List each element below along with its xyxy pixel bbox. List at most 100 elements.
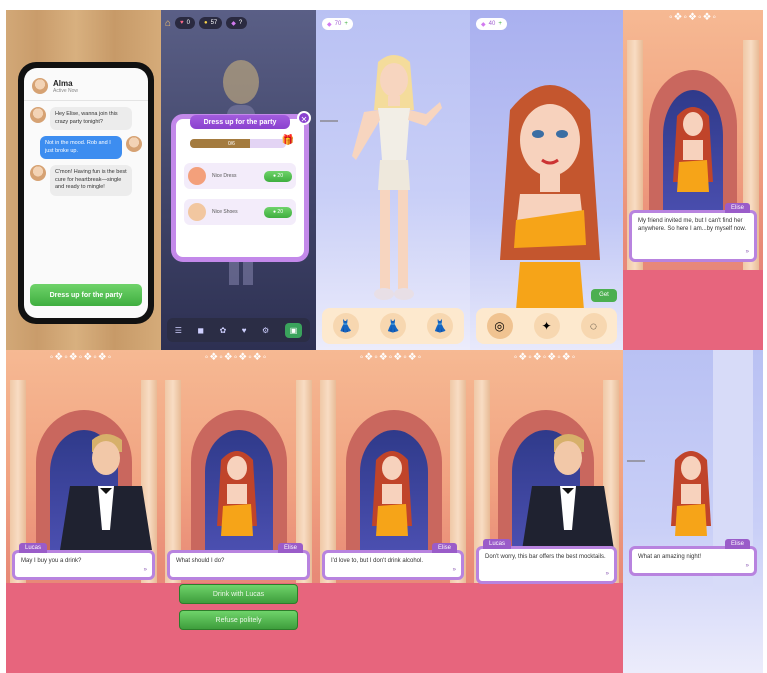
contact-name: Alma <box>53 78 73 88</box>
get-button[interactable]: Get <box>591 289 617 302</box>
coin-icon: ● <box>203 20 208 26</box>
item-row-shoes: Nice Shoes ● 20 <box>184 199 296 225</box>
coin-value: 57 <box>210 20 218 26</box>
buy-shoes-button[interactable]: ● 20 <box>264 206 292 218</box>
coin-pill: ● 57 <box>198 17 223 29</box>
clothes-rack <box>320 120 338 180</box>
chandelier: ◦❖◦❖◦❖◦ <box>668 12 718 23</box>
dialogue-text: May I buy you a drink? <box>21 558 82 564</box>
heart-icon[interactable]: ♥ <box>242 326 247 335</box>
chandelier: ◦❖◦❖◦❖◦❖◦ <box>513 352 577 363</box>
dressup-dialog: Dress up for the party ✕ 0/6 🎁 Nice Dres… <box>171 111 311 262</box>
dialog-title: Dress up for the party <box>190 115 290 129</box>
character-elise <box>673 107 713 192</box>
accessory-option-2[interactable]: ✦ <box>533 313 560 339</box>
contact-status: Active Now <box>53 87 79 94</box>
character-elise <box>217 451 257 536</box>
progress-fill <box>190 139 250 148</box>
speaker-name: Elise <box>277 543 303 553</box>
panel-phone-chat: Alma Active Now Hey Elise, wanna join th… <box>6 10 161 350</box>
carpet <box>6 583 161 673</box>
menu-icon[interactable]: ☰ <box>175 326 182 335</box>
carpet <box>623 270 763 350</box>
character-elise-portrait <box>500 85 600 310</box>
carpet <box>470 583 623 673</box>
chandelier: ◦❖◦❖◦❖◦❖◦ <box>49 352 113 363</box>
gem-value: 40 <box>488 21 496 27</box>
gift-icon[interactable]: ✿ <box>220 326 227 335</box>
choice-drink-button[interactable]: Drink with Lucas <box>179 584 298 604</box>
dress-tray: 👗 👗 👗 <box>322 308 464 344</box>
gift-icon: 🎁 <box>281 135 294 146</box>
dialogue-text: What an amazing night! <box>638 554 702 560</box>
gem-pill: ◆ 70 + <box>322 18 353 30</box>
gem-pill: ◆ 40 + <box>476 18 507 30</box>
dialogue-box[interactable]: Lucas May I buy you a drink? » <box>12 543 155 580</box>
panel-dressup-popup: ⌂ ♥ 0 ● 57 ◆? Dress up for the party ✕ 0/6… <box>161 10 316 350</box>
panel-wardrobe-dressed: ◆ 40 + Get ◎ ✦ ◌ <box>470 10 623 350</box>
heart-icon: ♥ <box>180 20 184 26</box>
gem-icon: ◆ <box>481 21 486 28</box>
dress-icon <box>188 167 206 185</box>
dress-option-orange[interactable]: 👗 <box>427 313 454 339</box>
speaker-name: Elise <box>724 539 750 549</box>
next-icon[interactable]: » <box>746 248 749 256</box>
price-label: 20 <box>277 208 283 215</box>
next-icon[interactable]: » <box>453 566 456 574</box>
character-lucas <box>60 434 152 550</box>
next-icon[interactable]: » <box>746 562 749 570</box>
speaker-name: Elise <box>724 203 750 213</box>
speaker-name: Lucas <box>19 543 48 553</box>
sender-avatar <box>30 107 46 123</box>
panel-wardrobe-pajamas: ◆ 70 + 👗 👗 👗 <box>316 10 470 350</box>
home-icon[interactable]: ⌂ <box>165 18 171 29</box>
dialogue-box[interactable]: Elise What should I do? <box>167 543 310 580</box>
next-icon[interactable]: » <box>606 570 609 578</box>
chandelier: ◦❖◦❖◦❖◦❖◦ <box>359 352 423 363</box>
accessory-option-1[interactable]: ◎ <box>486 313 513 339</box>
carpet <box>316 583 470 673</box>
settings-icon[interactable]: ⚙ <box>262 326 269 335</box>
dress-option-pink[interactable]: 👗 <box>379 313 406 339</box>
phone-screen: Alma Active Now Hey Elise, wanna join th… <box>24 68 148 318</box>
dress-option-teal[interactable]: 👗 <box>332 313 359 339</box>
chandelier: ◦❖◦❖◦❖◦❖◦ <box>204 352 268 363</box>
player-avatar <box>126 136 142 152</box>
plus-icon[interactable]: + <box>344 21 348 27</box>
item-name: Nice Shoes <box>212 209 238 215</box>
panel-palace-elise: ◦❖◦❖◦❖◦ Elise My friend invited me, but … <box>623 10 763 350</box>
dialogue-box[interactable]: Elise What an amazing night! » <box>629 539 757 576</box>
dialogue-box[interactable]: Elise My friend invited me, but I can't … <box>629 203 757 262</box>
shoes-icon <box>188 203 206 221</box>
speaker-name: Lucas <box>483 539 512 549</box>
chat-header: Alma Active Now <box>24 68 148 101</box>
chat-message: Not in the mood. Rob and I just broke up… <box>30 136 142 159</box>
dress-up-button[interactable]: Dress up for the party <box>30 284 142 306</box>
gem-pill: ◆? <box>226 17 248 29</box>
toolbar: ☰ ◼ ✿ ♥ ⚙ ▣ <box>167 318 310 342</box>
shop-icon[interactable]: ◼ <box>197 326 204 335</box>
panel-elise-reply: ◦❖◦❖◦❖◦❖◦ Elise I'd love to, but I don't… <box>316 350 470 673</box>
choice-refuse-button[interactable]: Refuse politely <box>179 610 298 630</box>
phone: Alma Active Now Hey Elise, wanna join th… <box>18 62 154 324</box>
next-icon[interactable]: » <box>144 566 147 574</box>
character-elise <box>671 451 711 536</box>
counter-value: 0 <box>186 20 190 26</box>
accessory-option-3[interactable]: ◌ <box>580 313 607 339</box>
panel-choice: ◦❖◦❖◦❖◦❖◦ Elise What should I do? Drink … <box>161 350 316 673</box>
speaker-name: Elise <box>431 543 457 553</box>
buy-dress-button[interactable]: ● 20 <box>264 170 292 182</box>
dialogue-text: What should I do? <box>176 558 225 564</box>
progress-bar <box>190 139 286 148</box>
dialogue-text: My friend invited me, but I can't find h… <box>638 218 747 232</box>
plus-icon[interactable]: + <box>498 21 502 27</box>
dialogue-box[interactable]: Elise I'd love to, but I don't drink alc… <box>322 543 464 580</box>
character-elise <box>372 451 412 536</box>
dialogue-box[interactable]: Lucas Don't worry, this bar offers the b… <box>476 539 617 584</box>
hud-bar: ⌂ ♥ 0 ● 57 ◆? <box>161 10 316 36</box>
message-bubble: Hey Elise, wanna join this crazy party t… <box>50 107 132 130</box>
counter-pill: ♥ 0 <box>175 17 195 29</box>
close-icon[interactable]: ✕ <box>297 111 311 125</box>
camera-icon[interactable]: ▣ <box>284 322 303 338</box>
panel-amazing-night: Elise What an amazing night! » <box>623 350 763 673</box>
